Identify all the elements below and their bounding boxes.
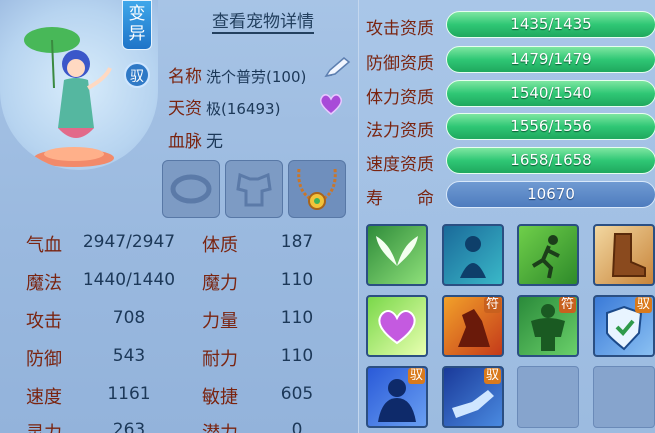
con-label: 体质 bbox=[202, 235, 238, 256]
spirit-figure-icon bbox=[460, 236, 486, 278]
skill-tag-7: 符 bbox=[558, 297, 576, 313]
skill-slot-empty-2[interactable] bbox=[593, 366, 655, 428]
mana-qualification-label: 法力资质 bbox=[366, 121, 434, 141]
equip-slot-collar[interactable] bbox=[162, 160, 220, 218]
defense-qualification-bar: 1479/1479 bbox=[446, 46, 655, 73]
pot-label: 潜力 bbox=[202, 419, 238, 433]
mag-label: 魔力 bbox=[202, 273, 238, 294]
spd-value: 1161 bbox=[107, 384, 151, 404]
defense-qualification-label: 防御资质 bbox=[366, 54, 434, 74]
equip-slot-armor[interactable] bbox=[225, 160, 283, 218]
variant-badge: 变异 bbox=[122, 0, 152, 50]
necklace-icon bbox=[297, 168, 337, 210]
pot-value: 0 bbox=[291, 420, 303, 433]
boot-icon bbox=[611, 233, 646, 277]
skill-slot-empty-1[interactable] bbox=[517, 366, 579, 428]
mp-value: 1440/1440 bbox=[82, 270, 176, 290]
name-value: 洗个普劳(100) bbox=[206, 68, 307, 86]
attack-qualification-label: 攻击资质 bbox=[366, 19, 434, 39]
str-label: 力量 bbox=[202, 311, 238, 332]
bloodline-value: 无 bbox=[206, 132, 223, 152]
pet-figure-icon bbox=[24, 27, 114, 167]
mp-label: 魔法 bbox=[26, 273, 62, 294]
armor-icon bbox=[236, 172, 272, 207]
tame-badge: 驭 bbox=[124, 62, 150, 88]
end-value: 110 bbox=[280, 346, 314, 366]
speed-qualification-bar: 1658/1658 bbox=[446, 147, 655, 174]
end-label: 耐力 bbox=[202, 349, 238, 370]
skill-slot-9[interactable]: 驭 bbox=[366, 366, 428, 428]
skill-slot-10[interactable]: 驭 bbox=[442, 366, 504, 428]
equip-slot-necklace[interactable] bbox=[288, 160, 346, 218]
skill-tag-8: 驭 bbox=[634, 297, 652, 313]
collar-icon bbox=[170, 174, 212, 204]
atk-value: 708 bbox=[112, 308, 146, 328]
spirit-value: 263 bbox=[112, 420, 146, 433]
skill-slot-1[interactable] bbox=[366, 224, 428, 286]
hp-label: 气血 bbox=[26, 235, 62, 256]
pet-panel: 变异 驭 查看宠物详情 名称洗个普劳(100) 天资极(16493) 血脉无 bbox=[0, 0, 655, 433]
stamina-qualification-label: 体力资质 bbox=[366, 88, 434, 108]
mana-qualification-bar: 1556/1556 bbox=[446, 113, 655, 140]
skill-slot-8[interactable]: 驭 bbox=[593, 295, 655, 357]
pet-name-row: 名称 洗个普劳(100) bbox=[168, 62, 306, 87]
speed-qualification-label: 速度资质 bbox=[366, 155, 434, 175]
skill-slot-4[interactable] bbox=[593, 224, 655, 286]
skill-slot-3[interactable] bbox=[517, 224, 579, 286]
heart-icon[interactable] bbox=[318, 92, 344, 116]
skill-tag-10: 驭 bbox=[483, 368, 501, 384]
bloodline-row: 血脉无 bbox=[168, 127, 223, 152]
hp-value: 2947/2947 bbox=[82, 232, 176, 252]
str-value: 110 bbox=[280, 308, 314, 328]
atk-label: 攻击 bbox=[26, 311, 62, 332]
agi-label: 敏捷 bbox=[202, 387, 238, 408]
lifespan-label: 寿 命 bbox=[366, 189, 434, 209]
skill-tag-9: 驭 bbox=[407, 368, 425, 384]
def-label: 防御 bbox=[26, 349, 62, 370]
con-value: 187 bbox=[280, 232, 314, 252]
skill-slot-2[interactable] bbox=[442, 224, 504, 286]
def-value: 543 bbox=[112, 346, 146, 366]
lifespan-bar: 10670 bbox=[446, 181, 655, 208]
agi-value: 605 bbox=[280, 384, 314, 404]
mag-value: 110 bbox=[280, 270, 314, 290]
running-figure-icon bbox=[531, 235, 560, 279]
spd-label: 速度 bbox=[26, 387, 62, 408]
skill-slot-7[interactable]: 符 bbox=[517, 295, 579, 357]
talent-row: 天资 极(16493) bbox=[168, 94, 280, 119]
name-label: 名称 bbox=[168, 67, 202, 87]
talent-value: 极(16493) bbox=[206, 100, 281, 118]
edit-name-icon[interactable] bbox=[322, 56, 352, 80]
talent-label: 天资 bbox=[168, 99, 202, 119]
stamina-qualification-bar: 1540/1540 bbox=[446, 80, 655, 107]
wings-icon bbox=[376, 236, 418, 266]
spirit-label: 灵力 bbox=[26, 419, 62, 433]
skill-tag-6: 符 bbox=[483, 297, 501, 313]
bloodline-label: 血脉 bbox=[168, 132, 202, 152]
view-pet-details-link[interactable]: 查看宠物详情 bbox=[212, 12, 314, 34]
skill-slot-5[interactable] bbox=[366, 295, 428, 357]
skill-slot-6[interactable]: 符 bbox=[442, 295, 504, 357]
attack-qualification-bar: 1435/1435 bbox=[446, 11, 655, 38]
heart-skill-icon bbox=[378, 310, 416, 345]
